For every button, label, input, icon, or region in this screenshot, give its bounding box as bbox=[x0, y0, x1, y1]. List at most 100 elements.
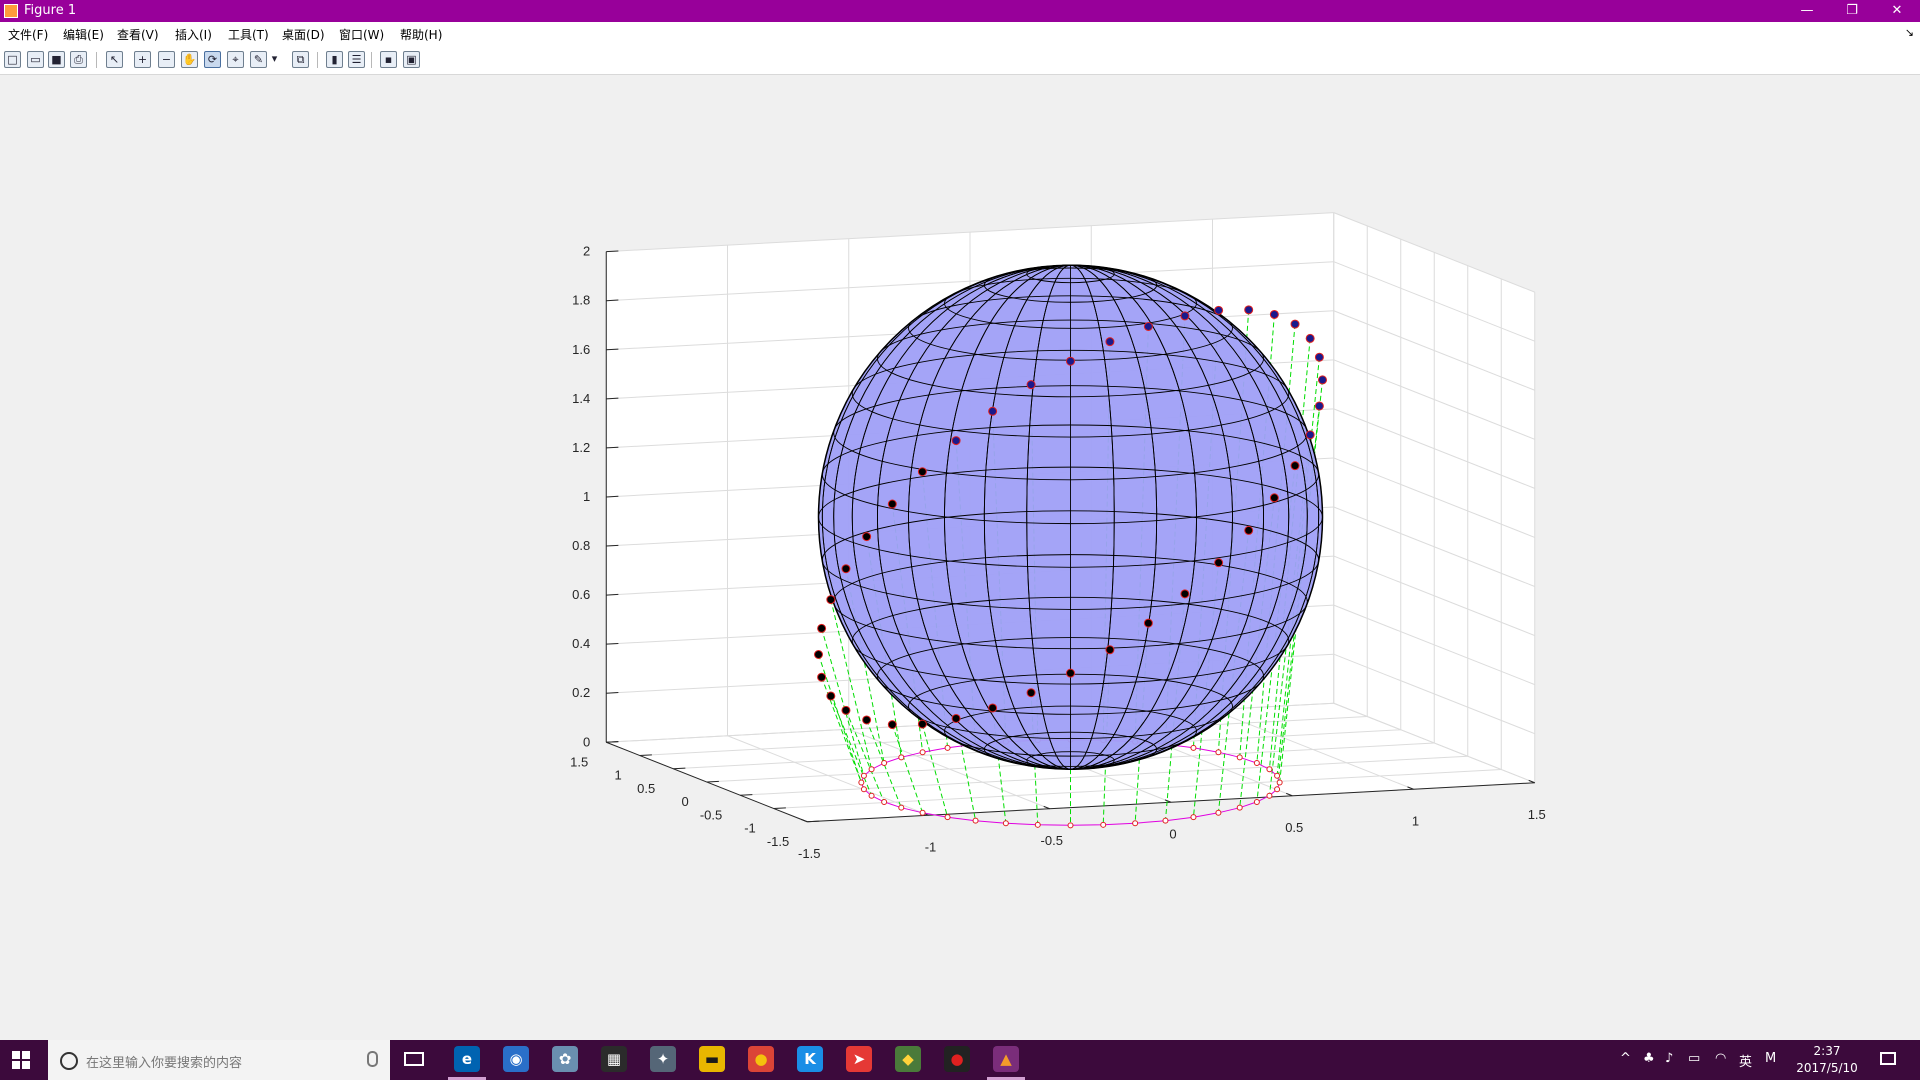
window-titlebar[interactable]: Figure 1 — ❐ ✕ bbox=[0, 0, 1920, 22]
scatter-point bbox=[1026, 688, 1036, 698]
window-title: Figure 1 bbox=[24, 3, 77, 18]
hide-plot-tools-icon[interactable]: ▪ bbox=[380, 51, 397, 68]
menu-bar: 文件(F) 编辑(E) 查看(V) 插入(I) 工具(T) 桌面(D) 窗口(W… bbox=[0, 22, 1920, 46]
cortana-icon[interactable] bbox=[60, 1052, 78, 1070]
microphone-icon[interactable] bbox=[367, 1051, 378, 1067]
projection-ring-marker bbox=[858, 779, 865, 786]
x-tick-label: -1 bbox=[925, 839, 937, 854]
y-tick-label: 1.5 bbox=[570, 754, 588, 769]
scatter-point bbox=[951, 713, 961, 723]
paint-icon[interactable]: ✿ bbox=[552, 1046, 578, 1072]
menu-help[interactable]: 帮助(H) bbox=[400, 26, 442, 43]
zoom-in-icon[interactable]: + bbox=[134, 51, 151, 68]
git-app-icon[interactable]: ◆ bbox=[895, 1046, 921, 1072]
projection-ring-marker bbox=[1274, 772, 1281, 779]
scatter-point bbox=[1180, 311, 1190, 321]
projection-ring-marker bbox=[860, 786, 867, 793]
scatter-point bbox=[1244, 525, 1254, 535]
plot-3d-axes[interactable]: -1.5 -1 -0.5 0 0.5 1 1.5 -1.5 -1 -0.5 0 0.5 1 1.5 0 0.2… bbox=[0, 75, 1920, 1040]
y-tick-label: 0 bbox=[682, 794, 689, 809]
y-tick-label: -1.5 bbox=[767, 834, 789, 849]
show-plot-tools-icon[interactable]: ▣ bbox=[403, 51, 420, 68]
ime-language[interactable]: 英 bbox=[1739, 1051, 1752, 1070]
y-tick-mark bbox=[773, 807, 786, 809]
brush-dropdown-icon[interactable]: ▾ bbox=[270, 51, 279, 68]
z-tick-mark bbox=[606, 397, 619, 400]
file-explorer-icon[interactable]: ▬ bbox=[699, 1046, 725, 1072]
action-center-icon[interactable] bbox=[1880, 1052, 1896, 1065]
scatter-point bbox=[826, 691, 836, 701]
z-tick-mark bbox=[606, 692, 619, 694]
colorbar-icon[interactable]: ▮ bbox=[326, 51, 343, 68]
projection-ring-marker bbox=[944, 744, 951, 751]
pan-hand-icon[interactable]: ✋ bbox=[181, 51, 198, 68]
ime-mode[interactable]: M bbox=[1765, 1051, 1776, 1066]
windows-start-icon[interactable] bbox=[12, 1051, 30, 1069]
save-icon[interactable]: ■ bbox=[48, 51, 65, 68]
dock-figure-icon[interactable]: ↘ bbox=[1905, 26, 1914, 39]
figure-toolbar: □ ▭ ■ ⎙ ↖ + − ✋ ⟳ ⌖ ✎ ▾ ⧉ ▮ ☰ ▪ ▣ bbox=[0, 46, 1920, 75]
calculator-icon[interactable]: ▦ bbox=[601, 1046, 627, 1072]
task-view-icon[interactable] bbox=[404, 1052, 424, 1066]
projection-ring-marker bbox=[919, 809, 926, 816]
edit-plot-arrow-icon[interactable]: ↖ bbox=[106, 51, 123, 68]
tray-app-icon[interactable]: ♣ bbox=[1643, 1051, 1655, 1066]
edge-icon[interactable]: e bbox=[454, 1046, 480, 1072]
battery-icon[interactable]: ▭ bbox=[1688, 1051, 1700, 1066]
projection-ring-marker bbox=[1190, 814, 1197, 821]
scatter-point bbox=[826, 595, 836, 605]
y-tick-label: -1 bbox=[744, 821, 756, 836]
x-tick-label: 1.5 bbox=[1528, 807, 1546, 822]
satellite-app-icon[interactable]: ✦ bbox=[650, 1046, 676, 1072]
tray-chevron-icon[interactable]: ^ bbox=[1620, 1051, 1631, 1066]
rotate-3d-icon[interactable]: ⟳ bbox=[204, 51, 221, 68]
scatter-point bbox=[862, 532, 872, 542]
print-icon[interactable]: ⎙ bbox=[70, 51, 87, 68]
compass-app-icon[interactable]: ➤ bbox=[846, 1046, 872, 1072]
kugou-icon[interactable]: K bbox=[797, 1046, 823, 1072]
zoom-out-icon[interactable]: − bbox=[158, 51, 175, 68]
projection-ring-marker bbox=[898, 804, 905, 811]
scatter-point bbox=[841, 564, 851, 574]
legend-icon[interactable]: ☰ bbox=[348, 51, 365, 68]
open-file-icon[interactable]: ▭ bbox=[27, 51, 44, 68]
projection-ring-marker bbox=[1266, 766, 1273, 773]
matlab-icon[interactable]: ▲ bbox=[993, 1046, 1019, 1072]
y-tick-mark bbox=[639, 754, 652, 756]
browser-globe-icon[interactable]: ◉ bbox=[503, 1046, 529, 1072]
scatter-point bbox=[1180, 589, 1190, 599]
z-tick-label: 0.6 bbox=[572, 587, 590, 602]
menu-tools[interactable]: 工具(T) bbox=[228, 26, 269, 43]
data-cursor-icon[interactable]: ⌖ bbox=[227, 51, 244, 68]
menu-window[interactable]: 窗口(W) bbox=[339, 26, 384, 43]
volume-icon[interactable]: ♪ bbox=[1665, 1051, 1673, 1066]
scatter-point bbox=[917, 467, 927, 477]
scatter-point bbox=[814, 649, 823, 659]
wifi-icon[interactable]: ◠ bbox=[1715, 1051, 1726, 1066]
minimize-button[interactable]: — bbox=[1784, 0, 1830, 22]
new-figure-icon[interactable]: □ bbox=[4, 51, 21, 68]
brush-icon[interactable]: ✎ bbox=[250, 51, 267, 68]
restore-button[interactable]: ❐ bbox=[1829, 0, 1875, 22]
close-button[interactable]: ✕ bbox=[1874, 0, 1920, 22]
menu-file[interactable]: 文件(F) bbox=[8, 26, 48, 43]
menu-insert[interactable]: 插入(I) bbox=[175, 26, 212, 43]
toolbar-separator bbox=[317, 52, 318, 68]
z-tick-label: 1.6 bbox=[572, 342, 590, 357]
projection-ring-marker bbox=[1067, 822, 1074, 829]
scatter-point bbox=[1214, 305, 1224, 315]
projection-ring-marker bbox=[898, 754, 905, 761]
link-plot-icon[interactable]: ⧉ bbox=[292, 51, 309, 68]
y-tick-label: -0.5 bbox=[700, 807, 722, 822]
record-app-icon[interactable]: ● bbox=[944, 1046, 970, 1072]
taskbar-search-box[interactable]: 在这里输入你要搜索的内容 bbox=[48, 1040, 390, 1080]
z-tick-label: 2 bbox=[583, 244, 590, 259]
chrome-icon[interactable]: ● bbox=[748, 1046, 774, 1072]
matlab-figure-icon bbox=[4, 4, 18, 18]
y-tick-mark bbox=[706, 780, 719, 783]
menu-edit[interactable]: 编辑(E) bbox=[63, 26, 104, 43]
menu-view[interactable]: 查看(V) bbox=[117, 26, 159, 43]
system-clock[interactable]: 2:37 2017/5/10 bbox=[1786, 1043, 1868, 1077]
menu-desktop[interactable]: 桌面(D) bbox=[282, 26, 325, 43]
toolbar-separator bbox=[96, 52, 97, 68]
